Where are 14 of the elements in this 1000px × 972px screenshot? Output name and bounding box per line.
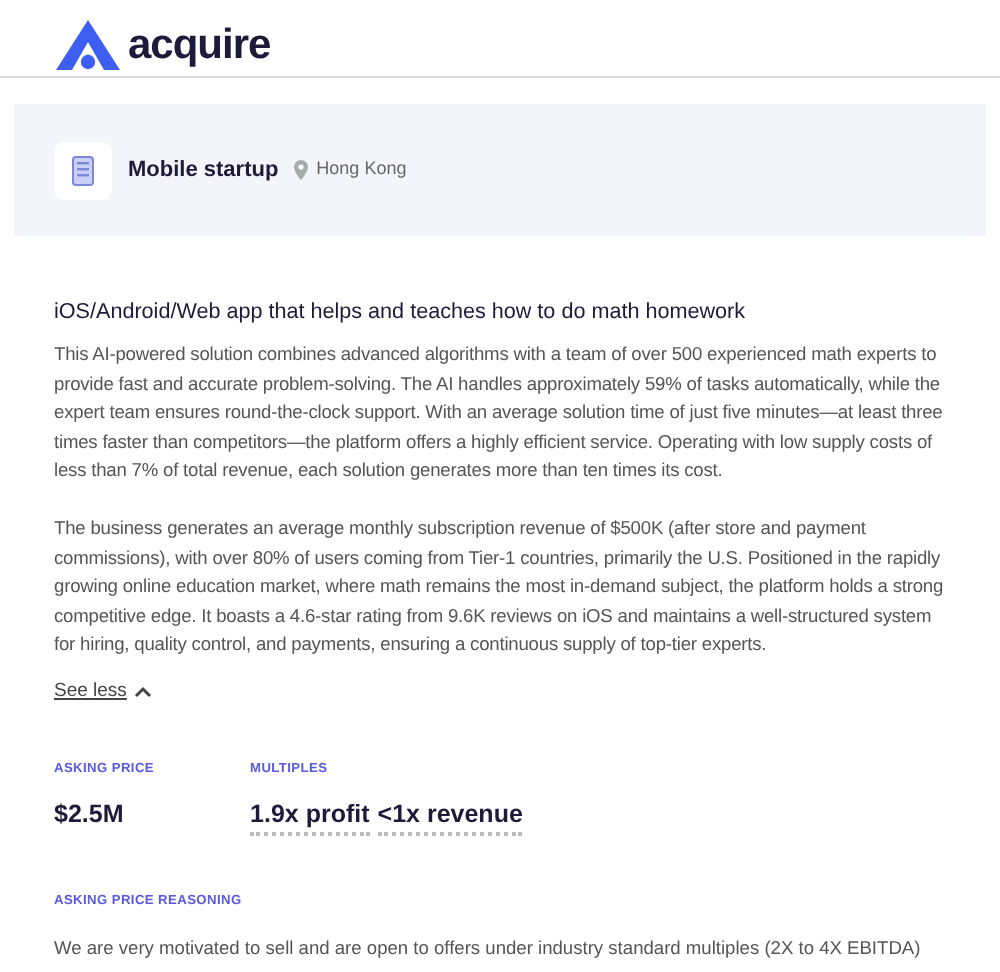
location-pin-icon bbox=[294, 160, 309, 180]
logo-text: acquire bbox=[128, 19, 271, 71]
app-icon bbox=[54, 141, 112, 199]
logo-icon bbox=[56, 20, 120, 70]
description-paragraph: This AI-powered solution combines advanced algorithms with a team of over 500 experienced math experts to provide fast and accurate problem-solving. The AI handles approximately 59% of tasks automatically, while the expert team ensures round-the-clock support. With an average solution time of just five minutes—at least three times faster than competitors—the platform offers a highly efficient service. Operating with low supply costs of less than 7% of total revenue, each solution generates more than ten times its cost. bbox=[54, 342, 945, 485]
multiple-value: <1x revenue bbox=[377, 795, 523, 837]
multiple-value: 1.9x profit bbox=[250, 795, 370, 837]
listing-title: iOS/Android/Web app that helps and teaches how to do math homework bbox=[54, 298, 748, 328]
location-text: Hong Kong bbox=[316, 156, 407, 183]
description-paragraph: The business generates an average monthly subscription revenue of $500K (after store and payment commissions), with over 80% of users coming from Tier-1 countries, primarily the U.S. Positioned in the rapidly growing online education market, where math remains the most in-demand subject, the platform holds a strong competitive edge. It boasts a 4.6-star rating from 9.6K reviews on iOS and maintains a well-structured system for hiring, quality control, and payments, ensuring a continuous supply of top-tier experts. bbox=[54, 516, 946, 659]
asking-price-value: $2.5M bbox=[54, 797, 126, 832]
reasoning-text: We are very motivated to sell and are open to offers under industry standard multiples (2X to 4X EBITDA) bbox=[54, 936, 923, 963]
see-less-link[interactable]: See less bbox=[54, 677, 153, 706]
category-label: Mobile startup bbox=[128, 155, 279, 186]
